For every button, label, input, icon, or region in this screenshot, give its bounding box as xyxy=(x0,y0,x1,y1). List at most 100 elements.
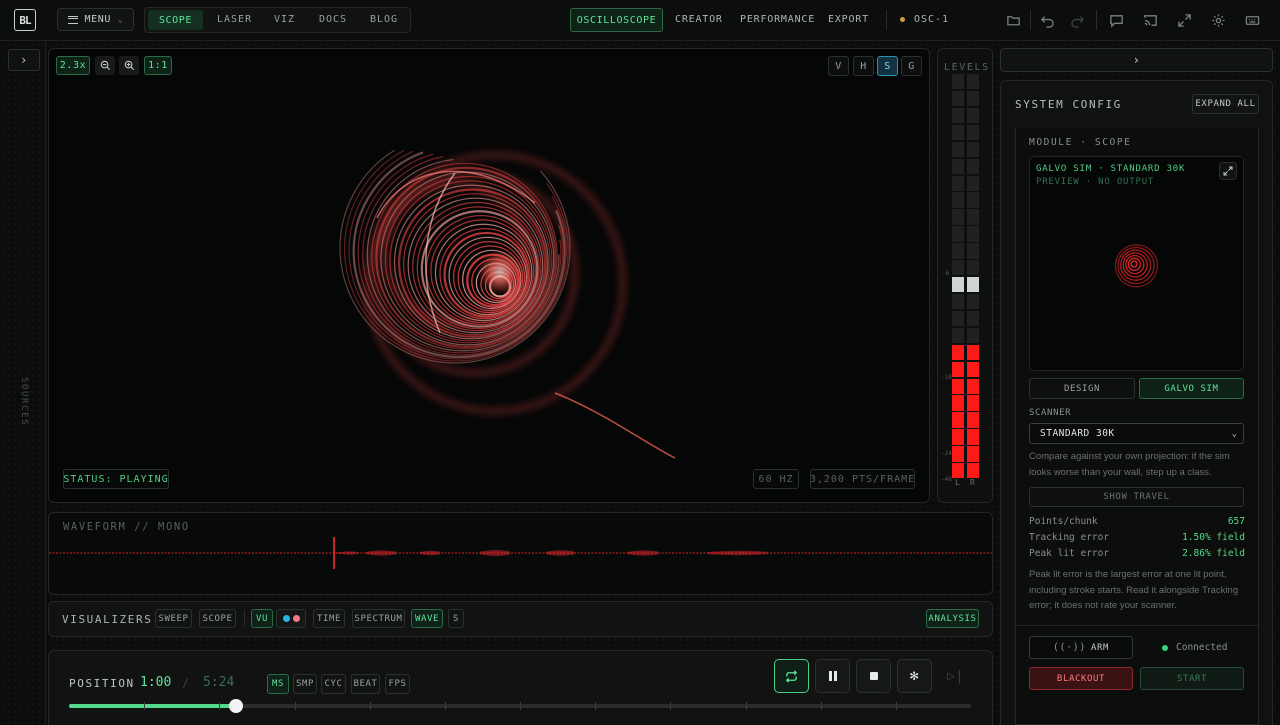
blackout-button[interactable]: BLACKOUT xyxy=(1029,667,1133,690)
redo-icon[interactable] xyxy=(1069,12,1086,29)
divider xyxy=(1096,10,1097,30)
meter-segment xyxy=(967,361,979,377)
stop-button[interactable] xyxy=(856,659,891,693)
meter-segment xyxy=(967,90,979,107)
mode-oscilloscope[interactable]: OSCILLOSCOPE xyxy=(570,8,663,32)
meter-segment xyxy=(967,310,979,327)
status-indicator: STATUS: PLAYING xyxy=(63,469,169,489)
unit-beat[interactable]: BEAT xyxy=(351,674,380,694)
viz-s[interactable]: S xyxy=(448,609,464,628)
unit-fps[interactable]: FPS xyxy=(385,674,410,694)
waveform-trace xyxy=(49,537,992,569)
menu-button[interactable]: MENU ⌄ xyxy=(57,8,134,31)
color-dot-pink xyxy=(292,615,300,622)
progress-tick xyxy=(219,702,221,710)
show-travel-button[interactable]: SHOW TRAVEL xyxy=(1029,487,1244,507)
meter-segment xyxy=(952,277,964,293)
meter-segment xyxy=(952,446,964,462)
viz-wave[interactable]: WAVE xyxy=(411,609,443,628)
collapse-right-button[interactable]: › xyxy=(1000,48,1273,72)
nav-blog[interactable]: BLOG xyxy=(370,14,398,25)
expand-all-button[interactable]: EXPAND ALL xyxy=(1192,94,1259,114)
meter-right xyxy=(967,74,979,480)
analysis-button[interactable]: ANALYSIS xyxy=(926,609,979,628)
nav-docs[interactable]: DOCS xyxy=(319,14,347,25)
progress-track[interactable] xyxy=(69,699,971,713)
unit-cyc[interactable]: CYC xyxy=(321,674,346,694)
sources-label[interactable]: SOURCES xyxy=(19,377,29,426)
fullscreen-icon[interactable] xyxy=(1176,12,1193,29)
scale-tick: -6 xyxy=(942,270,950,277)
divider xyxy=(1030,10,1031,30)
undo-icon[interactable] xyxy=(1039,12,1056,29)
scale-tick: -48 xyxy=(941,476,952,483)
app-logo[interactable]: BL xyxy=(14,9,36,31)
stat-label: Tracking error xyxy=(1029,532,1110,543)
nav-viz[interactable]: VIZ xyxy=(274,14,295,25)
viz-vu[interactable]: VU xyxy=(251,609,273,628)
next-button[interactable]: ▷| xyxy=(938,659,973,693)
preview-expand-button[interactable] xyxy=(1219,162,1237,180)
progress-tick xyxy=(144,702,146,710)
start-button[interactable]: START xyxy=(1140,667,1244,690)
viz-sweep[interactable]: SWEEP xyxy=(155,609,192,628)
mode-performance[interactable]: PERFORMANCE xyxy=(740,14,815,25)
hamburger-icon xyxy=(67,15,78,24)
channel-label-r: R xyxy=(970,478,975,487)
unit-smp[interactable]: SMP xyxy=(293,674,317,694)
current-time: 1:00 xyxy=(140,675,172,690)
meter-segment xyxy=(952,175,964,191)
device-name[interactable]: OSC-1 xyxy=(914,14,949,25)
meter-segment xyxy=(952,243,964,259)
viz-color-toggle[interactable] xyxy=(276,609,306,628)
nav-scope[interactable]: SCOPE xyxy=(148,10,203,30)
arm-label: ARM xyxy=(1091,642,1110,653)
viz-spectrum[interactable]: SPECTRUM xyxy=(352,609,405,628)
chevron-down-icon: ⌄ xyxy=(1231,428,1237,439)
position-label: POSITION xyxy=(69,677,135,690)
expand-icon xyxy=(1223,166,1233,176)
meter-segment xyxy=(952,209,964,225)
tab-galvo-sim[interactable]: GALVO SIM xyxy=(1139,378,1244,399)
tab-design[interactable]: DESIGN xyxy=(1029,378,1135,399)
meter-segment xyxy=(967,192,979,208)
loop-button[interactable] xyxy=(774,659,809,693)
stat-tracking: Tracking error 1.50% field xyxy=(1029,532,1245,543)
frame-rate: 60 HZ xyxy=(753,469,799,489)
scanner-select[interactable]: STANDARD 30K ⌄ xyxy=(1029,423,1244,444)
total-time: 5:24 xyxy=(203,675,235,690)
meter-segment xyxy=(952,90,964,107)
progress-thumb[interactable] xyxy=(228,699,243,713)
meter-segment xyxy=(967,124,979,141)
meter-segment xyxy=(952,412,964,428)
stat-label: Points/chunk xyxy=(1029,516,1098,527)
nav-laser[interactable]: LASER xyxy=(217,14,252,25)
stop-icon xyxy=(869,672,878,680)
unit-ms[interactable]: MS xyxy=(267,674,289,694)
viz-time[interactable]: TIME xyxy=(313,609,345,628)
scanner-label: SCANNER xyxy=(1029,408,1072,418)
meter-segment xyxy=(952,327,964,344)
meter-segment xyxy=(952,107,964,124)
expand-sources-button[interactable]: › xyxy=(8,49,40,71)
stat-points: Points/chunk 657 xyxy=(1029,516,1245,527)
divider xyxy=(886,10,887,30)
connection-dot xyxy=(1162,645,1168,651)
progress-fill xyxy=(69,704,236,708)
mode-creator[interactable]: CREATOR xyxy=(675,14,723,25)
meter-segment xyxy=(952,378,964,394)
folder-icon[interactable] xyxy=(1005,12,1022,29)
meter-segment xyxy=(967,327,979,344)
stat-value: 2.86% field xyxy=(1182,548,1245,559)
freeze-button[interactable]: ✻ xyxy=(897,659,932,693)
device-status-dot xyxy=(900,17,905,22)
gear-icon[interactable] xyxy=(1210,12,1227,29)
keyboard-icon[interactable] xyxy=(1244,12,1261,29)
progress-tick xyxy=(595,702,597,710)
mode-export[interactable]: EXPORT xyxy=(828,14,869,25)
arm-button[interactable]: ((·)) ARM xyxy=(1029,636,1133,659)
cast-icon[interactable] xyxy=(1142,12,1159,29)
viz-scope[interactable]: SCOPE xyxy=(199,609,236,628)
pause-button[interactable] xyxy=(815,659,850,693)
chat-icon[interactable] xyxy=(1108,12,1125,29)
